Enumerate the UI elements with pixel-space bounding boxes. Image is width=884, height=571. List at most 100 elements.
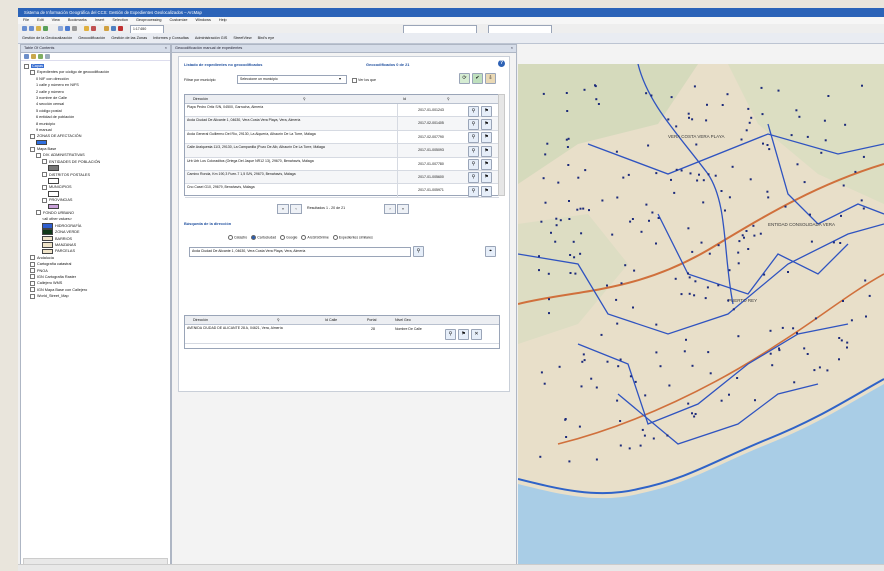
expediente-point[interactable] [737,262,740,265]
expediente-point[interactable] [567,164,570,166]
expediente-point[interactable] [732,308,735,311]
expediente-point[interactable] [706,103,708,106]
expediente-point[interactable] [639,444,642,447]
expediente-point[interactable] [577,176,580,179]
expediente-point[interactable] [606,284,608,287]
expediente-point[interactable] [579,252,582,255]
layer-visibility-checkbox[interactable] [42,184,47,190]
expediente-point[interactable] [548,298,550,301]
expediente-point[interactable] [796,163,799,166]
expediente-point[interactable] [720,190,723,192]
expediente-point[interactable] [743,236,745,239]
expediente-point[interactable] [687,272,689,275]
expediente-point[interactable] [594,85,597,88]
expand-icon[interactable] [24,63,29,69]
list-by-visibility-icon[interactable] [38,54,43,59]
expediente-point[interactable] [728,393,730,396]
layer-visibility-checkbox[interactable] [30,261,35,267]
search-address-button[interactable]: ⚲ [413,246,424,257]
expediente-point[interactable] [538,255,540,258]
expediente-point[interactable] [750,116,753,119]
expediente-point[interactable] [696,179,699,182]
expediente-point[interactable] [760,86,763,89]
expediente-point[interactable] [736,377,739,379]
expediente-point[interactable] [616,399,619,402]
layer-visibility-checkbox[interactable] [42,197,47,203]
expediente-point[interactable] [717,284,720,287]
expediente-point[interactable] [668,384,671,387]
expediente-point[interactable] [784,205,787,208]
expediente-point[interactable] [566,146,569,148]
expediente-point[interactable] [741,234,744,237]
table-row[interactable]: Playa Pedro Ortiz S/N, 04500, Garrucha, … [185,104,499,118]
toolbar-menu-item[interactable]: StreetView [233,36,251,40]
expediente-point[interactable] [844,123,847,126]
map-canvas[interactable]: VERA COSTA VERA PLAYA PUERTO REY ENTIDAD… [518,64,884,566]
locate-button[interactable]: ⌖ [485,246,496,257]
expediente-point[interactable] [675,168,678,171]
expediente-point[interactable] [727,299,730,302]
expediente-point[interactable] [675,125,678,128]
expediente-point[interactable] [777,89,780,92]
expediente-point[interactable] [754,399,756,402]
expediente-point[interactable] [619,444,622,447]
expediente-point[interactable] [543,382,546,385]
expediente-point[interactable] [748,121,751,124]
expediente-point[interactable] [645,92,648,95]
expediente-point[interactable] [542,177,545,180]
expediente-point[interactable] [657,217,660,219]
expediente-point[interactable] [576,208,579,211]
expediente-point[interactable] [569,272,572,274]
expediente-point[interactable] [616,196,619,199]
arctoolbox-icon[interactable] [118,26,123,31]
expediente-point[interactable] [842,300,844,302]
expediente-point[interactable] [728,269,731,272]
expediente-point[interactable] [581,360,584,363]
expediente-point[interactable] [579,207,582,210]
col-nivel-geo[interactable]: Nivel Geo [395,316,411,324]
measure-icon[interactable] [72,26,77,31]
add-data-icon[interactable] [84,26,89,31]
expediente-point[interactable] [559,219,562,222]
expediente-point[interactable] [597,103,600,105]
expediente-point[interactable] [737,251,740,254]
expediente-point[interactable] [574,272,577,275]
layer-visibility-checkbox[interactable] [30,133,35,139]
expediente-point[interactable] [698,173,700,176]
expediente-point[interactable] [652,437,655,440]
last-page-button[interactable]: » [397,204,409,214]
expediente-point[interactable] [766,144,769,146]
expediente-point[interactable] [644,394,647,397]
expediente-point[interactable] [693,85,696,88]
expediente-point[interactable] [651,211,654,214]
expediente-point[interactable] [619,420,622,422]
expediente-point[interactable] [667,118,670,121]
expediente-point[interactable] [827,95,830,97]
layer-visibility-checkbox[interactable] [42,172,47,178]
menu-item[interactable]: Customize [170,17,188,24]
expediente-point[interactable] [706,286,709,289]
map-view[interactable]: VERA COSTA VERA PLAYA PUERTO REY ENTIDAD… [518,64,884,566]
expediente-point[interactable] [705,119,708,122]
layer-visibility-checkbox[interactable] [36,210,41,216]
layer-visibility-checkbox[interactable] [30,274,35,280]
identify-icon[interactable] [65,26,70,31]
expediente-point[interactable] [865,315,867,318]
expediente-point[interactable] [850,319,853,322]
layer-visibility-checkbox[interactable] [30,146,35,152]
expediente-point[interactable] [547,272,550,275]
expediente-point[interactable] [769,329,772,332]
expediente-point[interactable] [611,233,614,236]
expediente-point[interactable] [629,375,632,378]
expediente-point[interactable] [704,297,707,300]
expediente-point[interactable] [728,196,731,199]
expediente-point[interactable] [810,240,813,243]
filter-icon[interactable]: ⚲ [277,316,280,324]
expediente-point[interactable] [666,434,669,437]
expediente-point[interactable] [832,241,835,244]
expediente-point[interactable] [546,142,549,145]
layer-item[interactable]: World_Street_Map [24,293,170,299]
expediente-point[interactable] [838,358,840,361]
expediente-point[interactable] [565,92,568,94]
catalog-icon[interactable] [104,26,109,31]
